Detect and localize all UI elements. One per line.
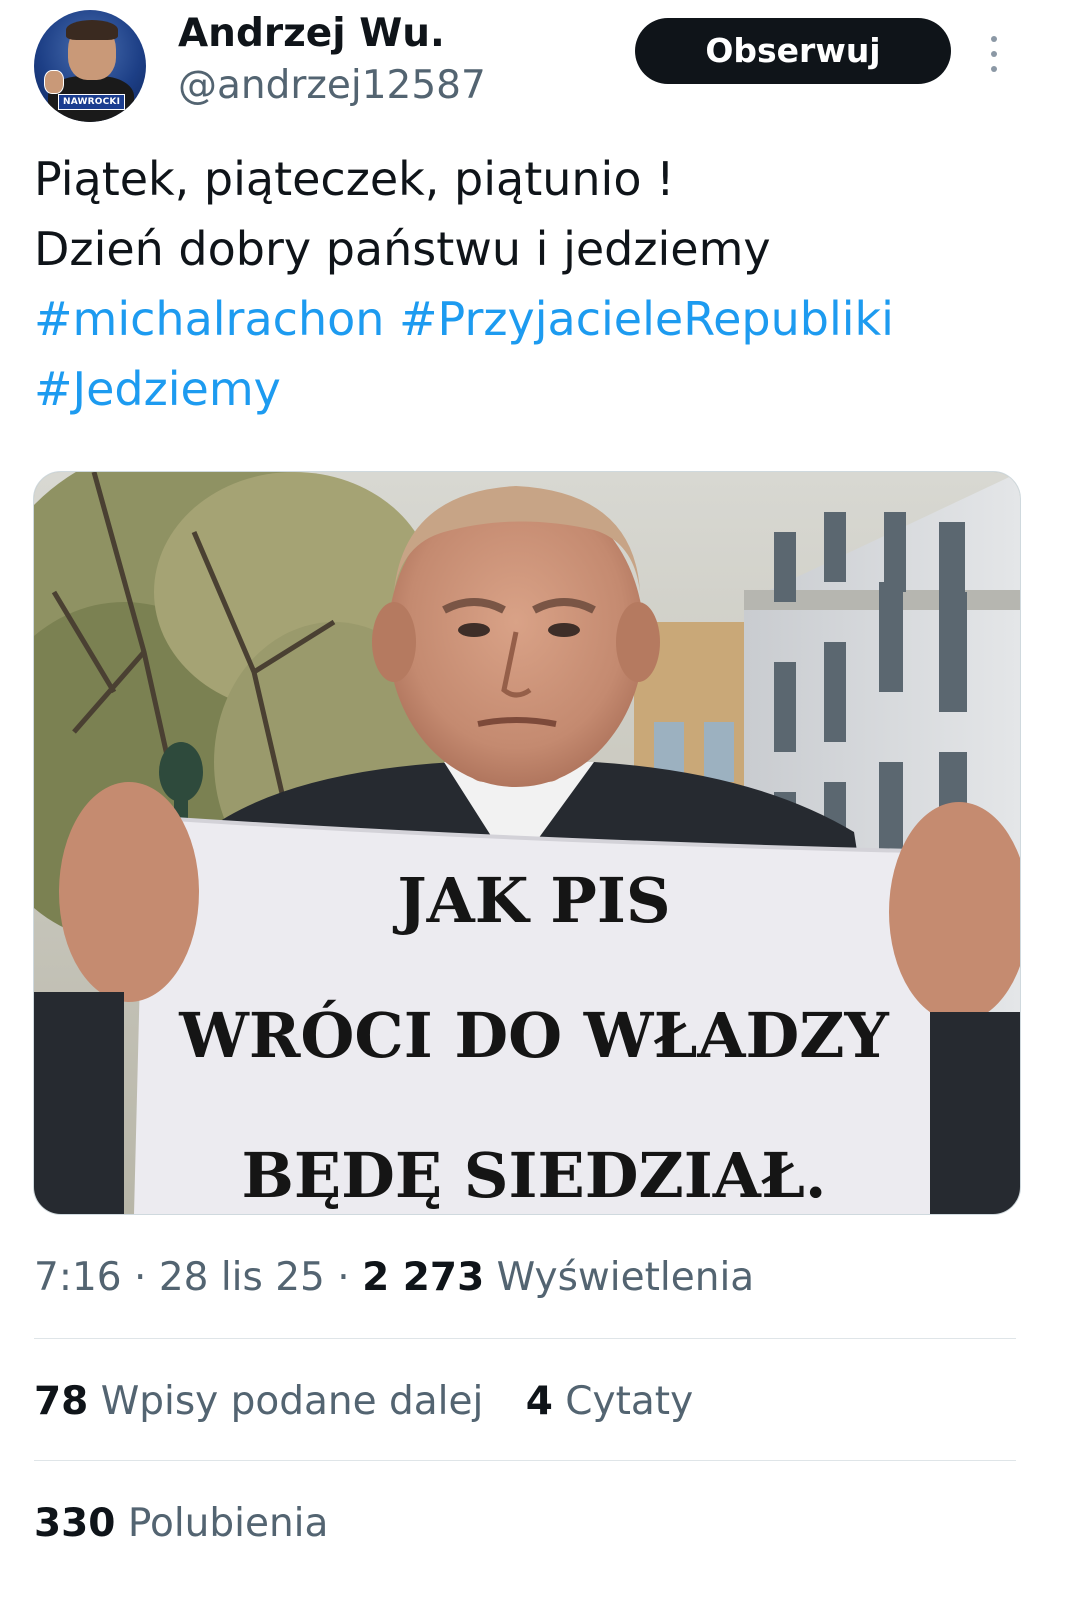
avatar[interactable]: NAWROCKI xyxy=(34,10,146,122)
hashtag-link[interactable]: #Jedziemy xyxy=(34,362,281,416)
meta-separator: · xyxy=(134,1255,147,1300)
tweet-header: NAWROCKI Andrzej Wu. @andrzej12587 Obser… xyxy=(34,8,1046,124)
avatar-hair-shape xyxy=(66,20,118,40)
hashtag-link[interactable]: #PrzyjacieleRepubliki xyxy=(399,292,894,346)
more-vertical-icon[interactable] xyxy=(978,32,1010,76)
quotes-label: Cytaty xyxy=(565,1379,694,1424)
tweet-image-drawing: JAK PIS WRÓCI DO WŁADZY BĘDĘ SIEDZIAŁ. xyxy=(34,472,1020,1214)
hashtag-line: #michalrachon #PrzyjacieleRepubliki xyxy=(34,284,1044,354)
likes-stats: 330 Polubienia xyxy=(34,1496,358,1552)
engagement-stats: 78 Wpisy podane dalej 4 Cytaty xyxy=(34,1374,723,1430)
more-dot xyxy=(991,36,997,42)
reposts-stat[interactable]: 78 Wpisy podane dalej xyxy=(34,1374,483,1430)
divider xyxy=(34,1338,1016,1339)
likes-stat[interactable]: 330 Polubienia xyxy=(34,1496,328,1552)
quotes-count: 4 xyxy=(525,1379,553,1424)
hashtag-link[interactable]: #michalrachon xyxy=(34,292,384,346)
banner-text-2: WRÓCI DO WŁADZY xyxy=(178,999,889,1072)
display-name[interactable]: Andrzej Wu. xyxy=(178,8,445,60)
tweet-meta: 7:16 · 28 lis 25 · 2 273 Wyświetlenia xyxy=(34,1250,754,1306)
views-count: 2 273 xyxy=(362,1255,485,1300)
tweet-image[interactable]: JAK PIS WRÓCI DO WŁADZY BĘDĘ SIEDZIAŁ. xyxy=(33,471,1021,1215)
quotes-stat[interactable]: 4 Cytaty xyxy=(526,1374,693,1430)
tweet-text-line: Piątek, piąteczek, piątunio ! xyxy=(34,152,675,206)
avatar-badge: NAWROCKI xyxy=(58,94,126,110)
user-handle[interactable]: @andrzej12587 xyxy=(178,60,486,112)
tweet-text-line: Dzień dobry państwu i jedziemy xyxy=(34,222,771,276)
likes-count: 330 xyxy=(34,1501,116,1546)
more-dot xyxy=(991,66,997,72)
banner-text-3: BĘDĘ SIEDZIAŁ. xyxy=(241,1139,826,1212)
reposts-label: Wpisy podane dalej xyxy=(100,1379,484,1424)
more-dot xyxy=(991,51,997,57)
meta-separator: · xyxy=(337,1255,350,1300)
likes-label: Polubienia xyxy=(127,1501,329,1546)
tweet-date[interactable]: 28 lis 25 xyxy=(159,1255,325,1300)
views-label: Wyświetlenia xyxy=(496,1255,755,1300)
avatar-small-figure xyxy=(44,70,64,94)
banner-text-1: JAK PIS xyxy=(392,864,670,937)
hashtag-line: #Jedziemy xyxy=(34,354,1044,424)
reposts-count: 78 xyxy=(34,1379,89,1424)
divider xyxy=(34,1460,1016,1461)
tweet-time[interactable]: 7:16 xyxy=(34,1255,122,1300)
tweet-text: Piątek, piąteczek, piątunio ! Dzień dobr… xyxy=(34,144,1044,424)
follow-button[interactable]: Obserwuj xyxy=(635,18,951,84)
